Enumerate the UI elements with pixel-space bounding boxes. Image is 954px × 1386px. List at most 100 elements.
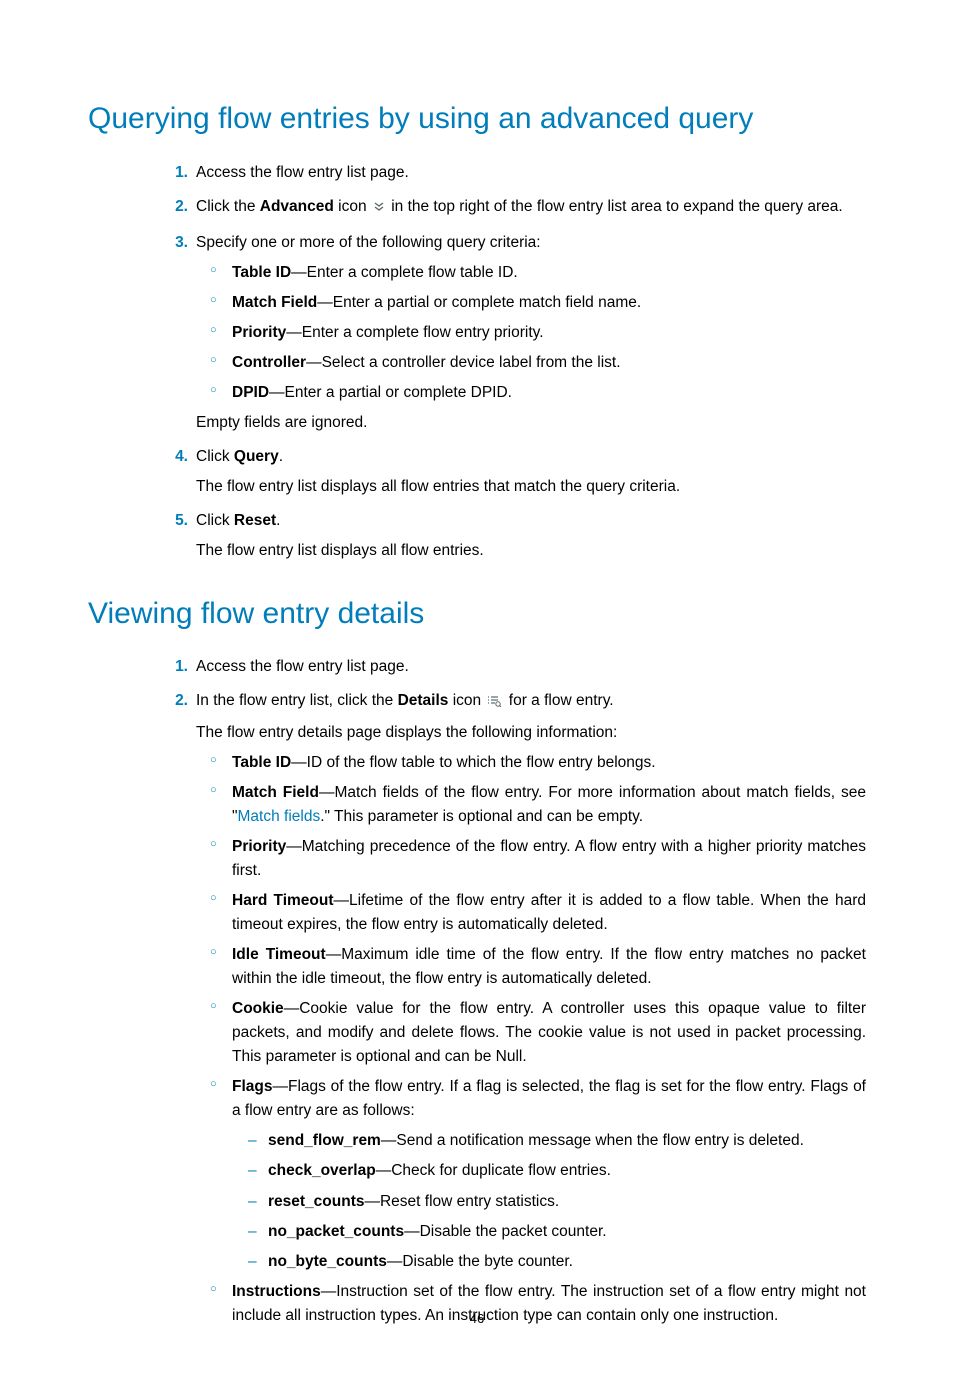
- desc: —Enter a partial or complete match field…: [317, 294, 641, 311]
- criterion-table-id: Table ID—Enter a complete flow table ID.: [232, 261, 866, 285]
- text: Click: [196, 512, 234, 529]
- label: Table ID: [232, 754, 291, 771]
- info-cookie: Cookie—Cookie value for the flow entry. …: [232, 997, 866, 1069]
- flag-reset-counts: reset_counts—Reset flow entry statistics…: [268, 1190, 866, 1214]
- step-text: Click Reset.: [196, 512, 280, 529]
- label: Priority: [232, 324, 286, 341]
- flag-check-overlap: check_overlap—Check for duplicate flow e…: [268, 1159, 866, 1183]
- details-list-icon: [487, 691, 502, 715]
- desc: —Send a notification message when the fl…: [381, 1132, 804, 1149]
- desc: —Enter a complete flow table ID.: [291, 264, 518, 281]
- label: no_packet_counts: [268, 1223, 404, 1240]
- step-number: 1.: [160, 655, 188, 679]
- step-text: Specify one or more of the following que…: [196, 234, 541, 251]
- step-2: 2. Click the Advanced icon in the top ri…: [196, 195, 866, 221]
- step-1: 1. Access the flow entry list page.: [196, 655, 866, 679]
- bold-advanced: Advanced: [260, 198, 334, 215]
- step-text: Click the Advanced icon in the top right…: [196, 198, 843, 215]
- info-list: Table ID—ID of the flow table to which t…: [196, 751, 866, 1327]
- step-number: 3.: [160, 231, 188, 255]
- step-1: 1. Access the flow entry list page.: [196, 161, 866, 185]
- match-fields-link[interactable]: Match fields: [238, 808, 321, 825]
- criterion-match-field: Match Field—Enter a partial or complete …: [232, 291, 866, 315]
- bold-query: Query: [234, 448, 279, 465]
- criterion-dpid: DPID—Enter a partial or complete DPID.: [232, 381, 866, 405]
- desc: —Disable the packet counter.: [404, 1223, 606, 1240]
- text: Click the: [196, 198, 260, 215]
- criterion-priority: Priority—Enter a complete flow entry pri…: [232, 321, 866, 345]
- desc: —Matching precedence of the flow entry. …: [232, 838, 866, 879]
- desc: —Reset flow entry statistics.: [364, 1193, 559, 1210]
- empty-fields-note: Empty fields are ignored.: [196, 411, 866, 435]
- flag-no-packet-counts: no_packet_counts—Disable the packet coun…: [268, 1220, 866, 1244]
- query-steps-list: 1. Access the flow entry list page. 2. C…: [88, 161, 866, 563]
- bold-details: Details: [398, 692, 449, 709]
- criterion-controller: Controller—Select a controller device la…: [232, 351, 866, 375]
- desc: —Disable the byte counter.: [387, 1253, 573, 1270]
- details-steps-list: 1. Access the flow entry list page. 2. I…: [88, 655, 866, 1327]
- heading-query-advanced: Querying flow entries by using an advanc…: [88, 96, 866, 143]
- desc: —ID of the flow table to which the flow …: [291, 754, 655, 771]
- info-table-id: Table ID—ID of the flow table to which t…: [232, 751, 866, 775]
- desc: —Select a controller device label from t…: [306, 354, 620, 371]
- text: .: [279, 448, 283, 465]
- text: icon: [334, 198, 371, 215]
- text: Click: [196, 448, 234, 465]
- label: Table ID: [232, 264, 291, 281]
- desc: —Enter a partial or complete DPID.: [269, 384, 512, 401]
- info-priority: Priority—Matching precedence of the flow…: [232, 835, 866, 883]
- text: .: [276, 512, 280, 529]
- label: check_overlap: [268, 1162, 376, 1179]
- bold-reset: Reset: [234, 512, 276, 529]
- desc: —Enter a complete flow entry priority.: [286, 324, 543, 341]
- label: Instructions: [232, 1283, 321, 1300]
- desc: —Check for duplicate flow entries.: [376, 1162, 611, 1179]
- label: Flags: [232, 1078, 272, 1095]
- step-number: 4.: [160, 445, 188, 469]
- step-text: Access the flow entry list page.: [196, 164, 409, 181]
- flag-send-flow-rem: send_flow_rem—Send a notification messag…: [268, 1129, 866, 1153]
- heading-view-details: Viewing flow entry details: [88, 591, 866, 638]
- step-note: The flow entry details page displays the…: [196, 721, 866, 745]
- desc: —Maximum idle time of the flow entry. If…: [232, 946, 866, 987]
- label: Controller: [232, 354, 306, 371]
- page-number: 46: [0, 1309, 954, 1329]
- info-idle-timeout: Idle Timeout—Maximum idle time of the fl…: [232, 943, 866, 991]
- text: in the top right of the flow entry list …: [387, 198, 843, 215]
- label: Match Field: [232, 784, 319, 801]
- label: Cookie: [232, 1000, 284, 1017]
- info-match-field: Match Field—Match fields of the flow ent…: [232, 781, 866, 829]
- step-text: In the flow entry list, click the Detail…: [196, 692, 614, 709]
- desc: —Flags of the flow entry. If a flag is s…: [232, 1078, 866, 1119]
- step-number: 1.: [160, 161, 188, 185]
- info-hard-timeout: Hard Timeout—Lifetime of the flow entry …: [232, 889, 866, 937]
- step-5: 5. Click Reset. The flow entry list disp…: [196, 509, 866, 563]
- step-3: 3. Specify one or more of the following …: [196, 231, 866, 435]
- desc: ." This parameter is optional and can be…: [320, 808, 643, 825]
- label: reset_counts: [268, 1193, 364, 1210]
- label: Idle Timeout: [232, 946, 326, 963]
- criteria-list: Table ID—Enter a complete flow table ID.…: [196, 261, 866, 405]
- step-2: 2. In the flow entry list, click the Det…: [196, 689, 866, 1327]
- label: Hard Timeout: [232, 892, 334, 909]
- label: Priority: [232, 838, 286, 855]
- flags-list: send_flow_rem—Send a notification messag…: [232, 1129, 866, 1273]
- flag-no-byte-counts: no_byte_counts—Disable the byte counter.: [268, 1250, 866, 1274]
- text: icon: [448, 692, 485, 709]
- step-number: 2.: [160, 689, 188, 713]
- step-note: The flow entry list displays all flow en…: [196, 475, 866, 499]
- step-text: Access the flow entry list page.: [196, 658, 409, 675]
- info-flags: Flags—Flags of the flow entry. If a flag…: [232, 1075, 866, 1273]
- text: for a flow entry.: [504, 692, 613, 709]
- label: no_byte_counts: [268, 1253, 387, 1270]
- step-number: 2.: [160, 195, 188, 219]
- document-page: Querying flow entries by using an advanc…: [0, 0, 954, 1386]
- step-number: 5.: [160, 509, 188, 533]
- step-4: 4. Click Query. The flow entry list disp…: [196, 445, 866, 499]
- step-text: Click Query.: [196, 448, 283, 465]
- text: In the flow entry list, click the: [196, 692, 398, 709]
- label: Match Field: [232, 294, 317, 311]
- desc: —Cookie value for the flow entry. A cont…: [232, 1000, 866, 1065]
- step-note: The flow entry list displays all flow en…: [196, 539, 866, 563]
- label: send_flow_rem: [268, 1132, 381, 1149]
